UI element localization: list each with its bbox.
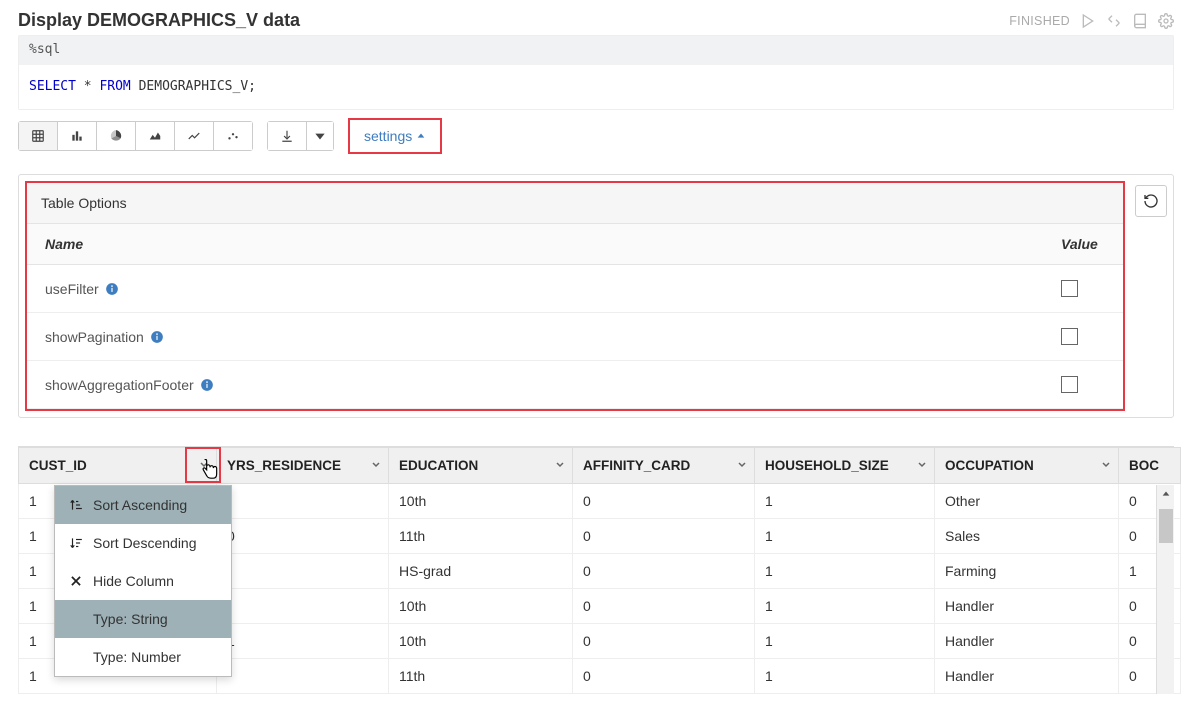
- table-cell: 10th: [389, 484, 573, 519]
- info-icon[interactable]: [105, 282, 119, 296]
- play-icon[interactable]: [1080, 13, 1096, 29]
- menu-sort-asc[interactable]: Sort Ascending: [55, 486, 231, 524]
- scatter-chart-button[interactable]: [214, 121, 253, 151]
- code-interpreter-line: %sql: [19, 36, 1173, 65]
- download-group: [267, 121, 334, 151]
- paragraph-header: Display DEMOGRAPHICS_V data FINISHED: [18, 10, 1174, 31]
- chevron-down-icon[interactable]: [370, 458, 382, 473]
- table-cell: 1: [755, 589, 935, 624]
- info-icon[interactable]: [150, 330, 164, 344]
- table-cell: 0: [573, 624, 755, 659]
- pie-chart-button[interactable]: [97, 121, 136, 151]
- table-cell: 1: [755, 659, 935, 694]
- data-table-wrap: CUST_ID YRS_RESIDENCE EDUCATION AFFINITY…: [18, 446, 1174, 694]
- download-button[interactable]: [267, 121, 307, 151]
- code-block: %sql SELECT * FROM DEMOGRAPHICS_V;: [18, 35, 1174, 110]
- table-cell: 11th: [389, 659, 573, 694]
- viz-toolbar: settings: [18, 118, 1174, 154]
- table-options-header: Table Options: [27, 183, 1123, 224]
- status-area: FINISHED: [1009, 13, 1174, 29]
- table-cell: 1: [755, 484, 935, 519]
- col-header-occupation[interactable]: OCCUPATION: [935, 448, 1119, 484]
- table-cell: Other: [935, 484, 1119, 519]
- table-cell: Sales: [935, 519, 1119, 554]
- column-context-menu: Sort Ascending Sort Descending Hide Colu…: [54, 485, 232, 677]
- usefilter-checkbox[interactable]: [1061, 280, 1078, 297]
- chevron-down-icon[interactable]: [736, 458, 748, 473]
- col-header-yrs-residence[interactable]: YRS_RESIDENCE: [217, 448, 389, 484]
- table-cell: 0: [573, 554, 755, 589]
- table-cell: 0: [573, 659, 755, 694]
- settings-panel: Table Options Name Value useFilter showP…: [18, 174, 1174, 418]
- showaggfooter-checkbox[interactable]: [1061, 376, 1078, 393]
- vertical-scrollbar[interactable]: [1156, 485, 1174, 694]
- refresh-button[interactable]: [1135, 185, 1167, 217]
- table-cell: 0: [573, 519, 755, 554]
- table-cell: 1: [755, 519, 935, 554]
- code-sql: SELECT * FROM DEMOGRAPHICS_V;: [19, 65, 1173, 110]
- option-col-name: Name: [27, 224, 1043, 265]
- table-cell: 11th: [389, 519, 573, 554]
- book-icon[interactable]: [1132, 13, 1148, 29]
- chevron-down-icon[interactable]: [916, 458, 928, 473]
- scroll-thumb[interactable]: [1159, 509, 1173, 543]
- option-row-usefilter: useFilter: [27, 265, 1123, 313]
- table-cell: [217, 554, 389, 589]
- table-cell: Farming: [935, 554, 1119, 589]
- viz-type-group: [18, 121, 253, 151]
- col-header-cust-id[interactable]: CUST_ID: [19, 448, 217, 484]
- table-cell: HS-grad: [389, 554, 573, 589]
- showpagination-checkbox[interactable]: [1061, 328, 1078, 345]
- caret-up-icon: [416, 131, 426, 141]
- table-cell: 1: [217, 624, 389, 659]
- table-cell: 0: [573, 484, 755, 519]
- col-header-education[interactable]: EDUCATION: [389, 448, 573, 484]
- table-options-panel: Table Options Name Value useFilter showP…: [25, 181, 1125, 411]
- menu-type-string[interactable]: Type: String: [55, 600, 231, 638]
- collapse-icon[interactable]: [1106, 13, 1122, 29]
- settings-toggle-button[interactable]: settings: [348, 118, 442, 154]
- table-cell: 1: [755, 624, 935, 659]
- menu-type-number[interactable]: Type: Number: [55, 638, 231, 676]
- info-icon[interactable]: [200, 378, 214, 392]
- col-header-boc[interactable]: BOC: [1119, 448, 1181, 484]
- download-caret-button[interactable]: [307, 121, 334, 151]
- option-row-showaggfooter: showAggregationFooter: [27, 361, 1123, 409]
- table-cell: ): [217, 484, 389, 519]
- paragraph-title: Display DEMOGRAPHICS_V data: [18, 10, 300, 31]
- col-header-household-size[interactable]: HOUSEHOLD_SIZE: [755, 448, 935, 484]
- table-cell: 0: [217, 519, 389, 554]
- table-cell: 0: [573, 589, 755, 624]
- table-cell: [217, 659, 389, 694]
- table-cell: 10th: [389, 589, 573, 624]
- table-view-button[interactable]: [18, 121, 58, 151]
- table-cell: 1: [755, 554, 935, 589]
- gear-icon[interactable]: [1158, 13, 1174, 29]
- chevron-down-icon[interactable]: [554, 458, 566, 473]
- chevron-down-icon[interactable]: [1100, 458, 1112, 473]
- table-cell: Handler: [935, 589, 1119, 624]
- table-cell: Handler: [935, 624, 1119, 659]
- menu-hide-column[interactable]: Hide Column: [55, 562, 231, 600]
- bar-chart-button[interactable]: [58, 121, 97, 151]
- option-col-value: Value: [1043, 224, 1123, 265]
- table-cell: [217, 589, 389, 624]
- table-cell: 10th: [389, 624, 573, 659]
- scroll-up-icon[interactable]: [1157, 485, 1175, 503]
- area-chart-button[interactable]: [136, 121, 175, 151]
- table-options-table: Name Value useFilter showPagination: [27, 224, 1123, 409]
- menu-sort-desc[interactable]: Sort Descending: [55, 524, 231, 562]
- option-row-showpagination: showPagination: [27, 313, 1123, 361]
- line-chart-button[interactable]: [175, 121, 214, 151]
- table-cell: Handler: [935, 659, 1119, 694]
- col-header-affinity-card[interactable]: AFFINITY_CARD: [573, 448, 755, 484]
- run-status: FINISHED: [1009, 14, 1070, 28]
- chevron-down-icon[interactable]: [198, 458, 210, 473]
